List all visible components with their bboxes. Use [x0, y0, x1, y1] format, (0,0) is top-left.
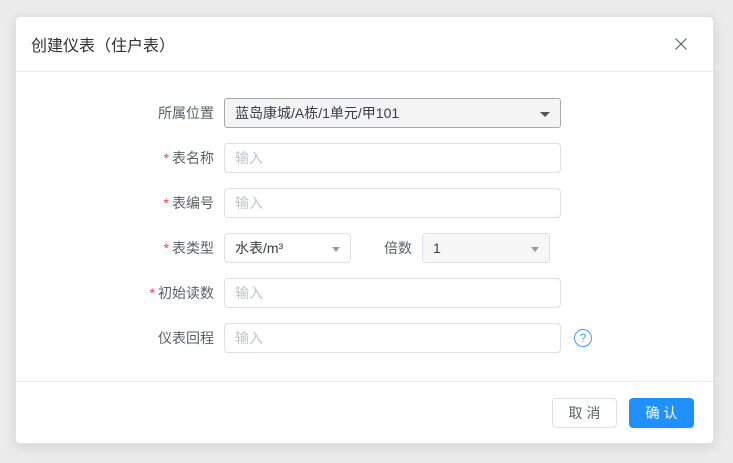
- form-row-meter-type: *表类型 水表/m³ 倍数 1: [16, 233, 713, 263]
- required-asterisk: *: [164, 195, 169, 211]
- form-row-initial-reading: *初始读数: [16, 278, 713, 308]
- meter-type-label: *表类型: [16, 238, 214, 258]
- meter-type-select-value: 水表/m³: [235, 238, 283, 258]
- meter-range-label: 仪表回程: [16, 328, 214, 348]
- initial-reading-label: *初始读数: [16, 283, 214, 303]
- required-asterisk: *: [164, 150, 169, 166]
- initial-reading-input[interactable]: [224, 278, 561, 308]
- dialog-footer: 取 消 确 认: [16, 381, 713, 443]
- meter-type-select[interactable]: 水表/m³: [224, 233, 351, 263]
- multiplier-select-value: 1: [433, 240, 441, 256]
- close-icon: [673, 36, 689, 52]
- confirm-button[interactable]: 确 认: [629, 398, 694, 428]
- location-select-value: 蓝岛康城/A栋/1单元/甲101: [235, 103, 399, 123]
- meter-code-label: *表编号: [16, 193, 214, 213]
- dialog-title: 创建仪表（住户表）: [31, 32, 175, 56]
- form-row-meter-range: 仪表回程 ?: [16, 323, 713, 353]
- location-select[interactable]: 蓝岛康城/A栋/1单元/甲101: [224, 98, 561, 128]
- dialog-header: 创建仪表（住户表）: [16, 17, 713, 72]
- multiplier-select[interactable]: 1: [422, 233, 550, 263]
- help-icon[interactable]: ?: [574, 329, 592, 347]
- cancel-button[interactable]: 取 消: [552, 398, 617, 428]
- meter-code-input[interactable]: [224, 188, 561, 218]
- required-asterisk: *: [164, 240, 169, 256]
- form-row-meter-name: *表名称: [16, 143, 713, 173]
- meter-name-label: *表名称: [16, 148, 214, 168]
- meter-name-input[interactable]: [224, 143, 561, 173]
- required-asterisk: *: [150, 285, 155, 301]
- form-row-meter-code: *表编号: [16, 188, 713, 218]
- location-label: 所属位置: [16, 103, 214, 123]
- form-row-location: 所属位置 蓝岛康城/A栋/1单元/甲101: [16, 98, 713, 128]
- close-button[interactable]: [671, 34, 691, 54]
- create-meter-dialog: 创建仪表（住户表） 所属位置 蓝岛康城/A栋/1单元/甲101 *表名称 *表编: [15, 16, 714, 444]
- multiplier-label: 倍数: [384, 238, 412, 258]
- dialog-body: 所属位置 蓝岛康城/A栋/1单元/甲101 *表名称 *表编号 *表类型 水表/…: [16, 72, 713, 381]
- meter-range-input[interactable]: [224, 323, 561, 353]
